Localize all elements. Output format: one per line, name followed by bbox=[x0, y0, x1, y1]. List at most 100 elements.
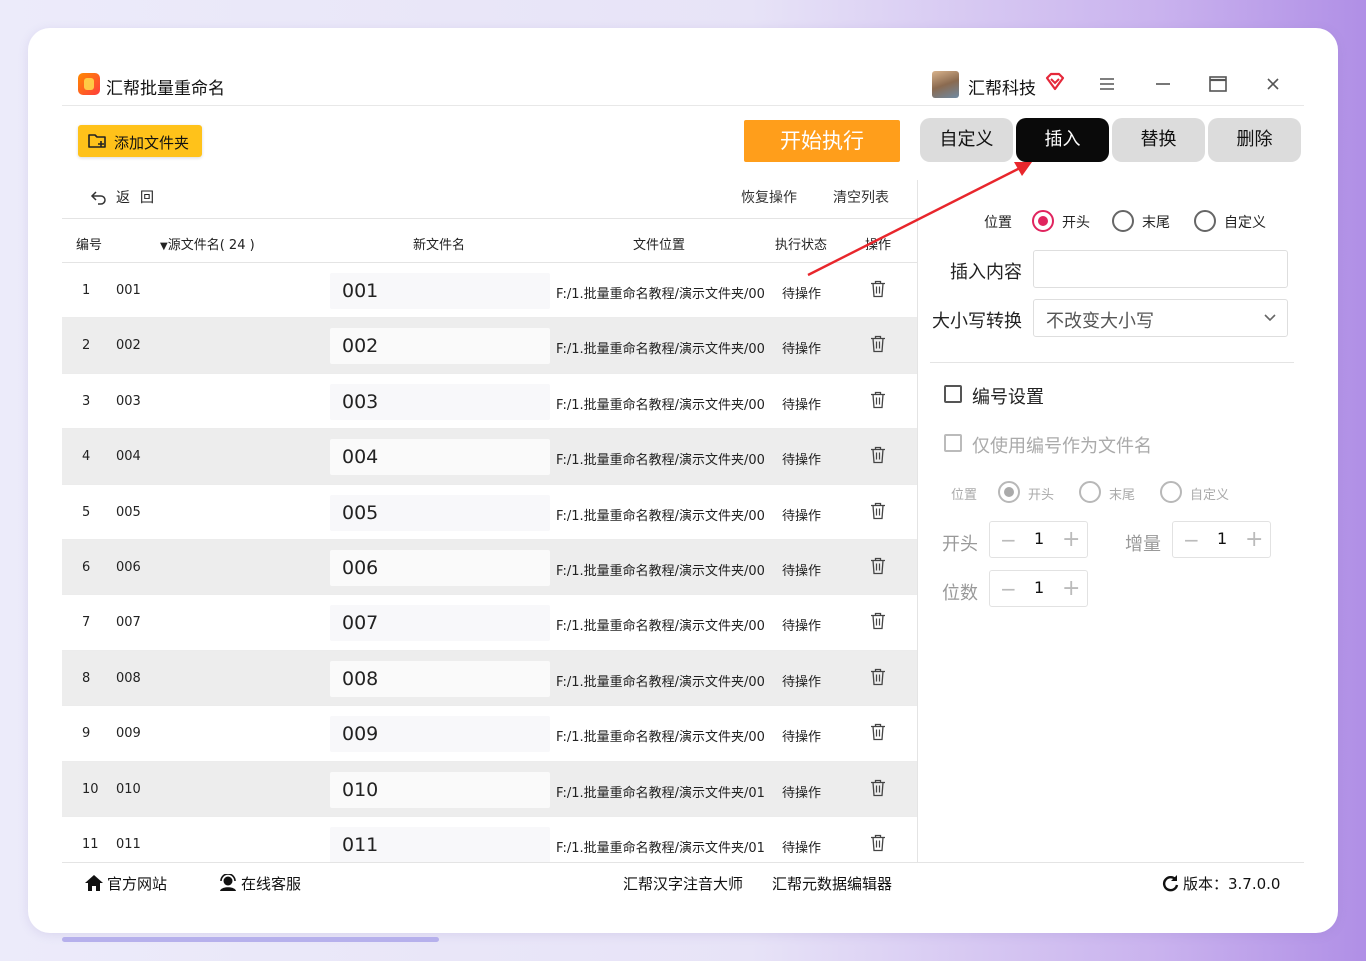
plus-icon[interactable]: + bbox=[1245, 527, 1263, 552]
table-row[interactable]: 8 008 008 F:/1.批量重命名教程/演示文件夹/00 待操作 bbox=[62, 650, 917, 707]
new-filename-field[interactable]: 008 bbox=[330, 660, 550, 697]
file-location: F:/1.批量重命名教程/演示文件夹/00 bbox=[556, 287, 765, 302]
maximize-icon[interactable] bbox=[1206, 72, 1230, 96]
source-filename: 002 bbox=[116, 338, 141, 354]
position-radio-start[interactable] bbox=[1032, 210, 1054, 232]
new-filename-field[interactable]: 005 bbox=[330, 494, 550, 531]
trash-icon[interactable] bbox=[870, 391, 886, 409]
horizontal-scroll-indicator[interactable] bbox=[62, 937, 439, 942]
tab-custom[interactable]: 自定义 bbox=[920, 118, 1013, 162]
new-filename-field[interactable]: 007 bbox=[330, 605, 550, 642]
header-status[interactable]: 执行状态 bbox=[775, 234, 827, 253]
row-number: 9 bbox=[82, 726, 91, 742]
header-num[interactable]: 编号 bbox=[76, 234, 102, 253]
header-source-label: 源文件名 bbox=[167, 238, 220, 253]
position-radio-custom[interactable] bbox=[1194, 210, 1216, 232]
table-row[interactable]: 3 003 003 F:/1.批量重命名教程/演示文件夹/00 待操作 bbox=[62, 374, 917, 430]
trash-icon[interactable] bbox=[870, 280, 886, 298]
company-name[interactable]: 汇帮科技 bbox=[968, 74, 1036, 99]
clear-list-button[interactable]: 清空列表 bbox=[833, 187, 889, 207]
increment-stepper[interactable]: − 1 + bbox=[1172, 521, 1271, 558]
new-filename-field[interactable]: 002 bbox=[330, 328, 550, 365]
numbering-radio-custom[interactable] bbox=[1160, 481, 1182, 503]
pinyin-tool-link[interactable]: 汇帮汉字注音大师 bbox=[623, 873, 743, 894]
new-filename-field[interactable]: 009 bbox=[330, 716, 550, 753]
trash-icon[interactable] bbox=[870, 335, 886, 353]
table-row[interactable]: 9 009 009 F:/1.批量重命名教程/演示文件夹/00 待操作 bbox=[62, 706, 917, 762]
table-row[interactable]: 6 006 006 F:/1.批量重命名教程/演示文件夹/00 待操作 bbox=[62, 540, 917, 596]
version-label: 版本：3.7.0.0 bbox=[1183, 875, 1281, 893]
metadata-editor-link[interactable]: 汇帮元数据编辑器 bbox=[772, 873, 892, 894]
numbering-radio-end[interactable] bbox=[1079, 481, 1101, 503]
vip-diamond-icon[interactable] bbox=[1044, 72, 1066, 92]
trash-icon[interactable] bbox=[870, 723, 886, 741]
row-number: 1 bbox=[82, 283, 91, 298]
plus-icon[interactable]: + bbox=[1062, 527, 1080, 552]
refresh-icon bbox=[1162, 875, 1179, 892]
numbering-enable-label[interactable]: 编号设置 bbox=[972, 383, 1044, 409]
trash-icon[interactable] bbox=[870, 668, 886, 686]
plus-icon[interactable]: + bbox=[1062, 576, 1080, 601]
version-info[interactable]: 版本：3.7.0.0 bbox=[1161, 873, 1280, 894]
minus-icon[interactable]: − bbox=[1183, 528, 1200, 552]
position-option-custom[interactable]: 自定义 bbox=[1224, 212, 1266, 232]
trash-icon[interactable] bbox=[870, 834, 886, 852]
header-source[interactable]: ▼源文件名( 24 ) bbox=[160, 234, 255, 253]
table-row[interactable]: 7 007 007 F:/1.批量重命名教程/演示文件夹/00 待操作 bbox=[62, 595, 917, 651]
start-execute-button[interactable]: 开始执行 bbox=[744, 120, 900, 162]
add-folder-label: 添加文件夹 bbox=[114, 134, 190, 152]
new-filename-field[interactable]: 006 bbox=[330, 550, 550, 586]
numbering-option-custom[interactable]: 自定义 bbox=[1190, 484, 1229, 503]
close-icon[interactable] bbox=[1261, 72, 1285, 96]
table-row[interactable]: 4 004 004 F:/1.批量重命名教程/演示文件夹/00 待操作 bbox=[62, 429, 917, 485]
menu-icon[interactable] bbox=[1095, 72, 1119, 96]
add-folder-button[interactable]: 添加文件夹 bbox=[78, 125, 202, 157]
case-conversion-select[interactable]: 不改变大小写 bbox=[1033, 299, 1288, 337]
tab-insert[interactable]: 插入 bbox=[1016, 118, 1109, 162]
new-filename-field[interactable]: 001 bbox=[330, 273, 550, 309]
header-new-name[interactable]: 新文件名 bbox=[413, 234, 465, 253]
new-filename-field[interactable]: 003 bbox=[330, 383, 550, 420]
table-row[interactable]: 5 005 005 F:/1.批量重命名教程/演示文件夹/00 待操作 bbox=[62, 485, 917, 540]
tab-replace[interactable]: 替换 bbox=[1112, 118, 1205, 162]
execution-status: 待操作 bbox=[782, 619, 822, 635]
position-option-end[interactable]: 末尾 bbox=[1142, 212, 1170, 232]
only-number-checkbox[interactable] bbox=[944, 434, 962, 452]
sort-desc-icon: ▼ bbox=[160, 241, 168, 252]
table-row[interactable]: 1 001 001 F:/1.批量重命名教程/演示文件夹/00 待操作 bbox=[62, 263, 917, 319]
insert-content-input[interactable] bbox=[1033, 250, 1288, 288]
only-number-label[interactable]: 仅使用编号作为文件名 bbox=[972, 432, 1152, 458]
official-website-link[interactable]: 官方网站 bbox=[84, 873, 167, 894]
online-support-label: 在线客服 bbox=[241, 875, 302, 893]
table-row[interactable]: 2 002 002 F:/1.批量重命名教程/演示文件夹/00 待操作 bbox=[62, 318, 917, 374]
numbering-enable-checkbox[interactable] bbox=[944, 385, 962, 403]
table-row[interactable]: 10 010 010 F:/1.批量重命名教程/演示文件夹/01 待操作 bbox=[62, 761, 917, 817]
table-row[interactable]: 11 011 011 F:/1.批量重命名教程/演示文件夹/01 待操作 bbox=[62, 817, 917, 862]
new-filename-field[interactable]: 010 bbox=[330, 771, 550, 808]
restore-button[interactable]: 恢复操作 bbox=[741, 187, 797, 207]
new-filename-field[interactable]: 004 bbox=[330, 439, 550, 476]
source-filename: 011 bbox=[116, 837, 141, 852]
digits-stepper[interactable]: − 1 + bbox=[989, 570, 1088, 607]
user-avatar[interactable] bbox=[932, 71, 959, 98]
header-location[interactable]: 文件位置 bbox=[633, 234, 685, 253]
tab-delete[interactable]: 删除 bbox=[1208, 118, 1301, 162]
minus-icon[interactable]: − bbox=[1000, 577, 1017, 601]
online-support-link[interactable]: 在线客服 bbox=[218, 873, 301, 894]
minus-icon[interactable]: − bbox=[1000, 528, 1017, 552]
start-value-stepper[interactable]: − 1 + bbox=[989, 521, 1088, 558]
numbering-option-end[interactable]: 末尾 bbox=[1109, 484, 1135, 503]
trash-icon[interactable] bbox=[870, 779, 886, 797]
position-radio-end[interactable] bbox=[1112, 210, 1134, 232]
numbering-radio-start[interactable] bbox=[998, 481, 1020, 503]
trash-icon[interactable] bbox=[870, 446, 886, 464]
trash-icon[interactable] bbox=[870, 502, 886, 520]
trash-icon[interactable] bbox=[870, 557, 886, 575]
file-location: F:/1.批量重命名教程/演示文件夹/00 bbox=[556, 342, 765, 358]
position-option-start[interactable]: 开头 bbox=[1062, 212, 1090, 232]
execution-status: 待操作 bbox=[782, 674, 822, 690]
new-filename-field[interactable]: 011 bbox=[330, 827, 550, 862]
minimize-icon[interactable] bbox=[1151, 72, 1175, 96]
numbering-option-start[interactable]: 开头 bbox=[1028, 484, 1054, 503]
trash-icon[interactable] bbox=[870, 612, 886, 630]
